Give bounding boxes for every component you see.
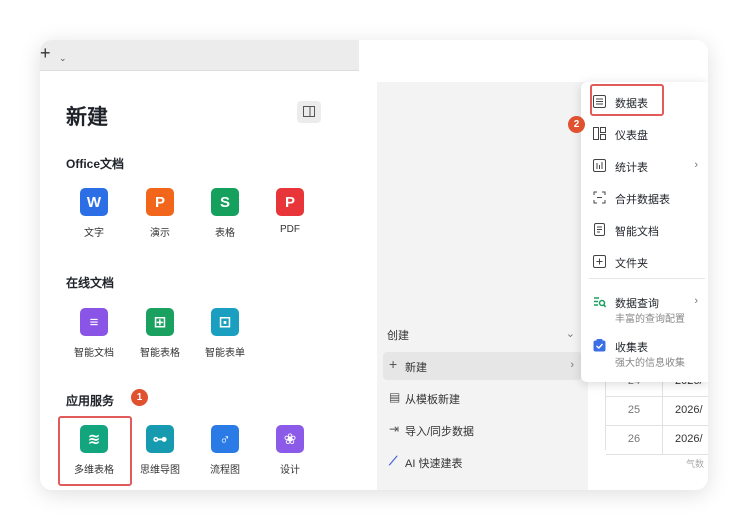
folder-icon [593,255,607,269]
query-icon [593,295,607,309]
section-office: Office文档 [66,157,125,171]
plus-icon: + [389,356,398,372]
step-badge-1: 1 [131,389,148,406]
app-label: 智能表单 [205,348,245,359]
merge-icon [593,191,607,205]
menu-item-label: 合并数据表 [615,194,670,206]
collect-icon [593,339,607,353]
highlight-box [58,416,132,486]
pdf-icon: P [276,188,304,216]
dashboard-icon [593,127,607,141]
app-smart-form[interactable]: ⊡ 智能表单 [192,308,258,359]
menu-item-label: 文件夹 [615,258,648,270]
plus-icon: + [40,43,51,63]
row-date: 2026/ [663,425,708,455]
menu-item-stats[interactable]: 统计表 › [581,152,708,180]
chevron-down-icon: ⌄ [59,53,67,63]
app-smart-doc[interactable]: ≡ 智能文档 [61,308,127,359]
menu-item-folder[interactable]: 文件夹 [581,248,708,276]
word-icon: W [80,188,108,216]
chevron-down-icon: ⌄ [565,328,575,340]
chevron-right-icon: › [694,295,698,307]
new-submenu: 数据表 仪表盘 统计表 › 合并数据表 智能文档 文件夹 数据查询 丰富的查询配… [581,82,708,382]
create-section-header[interactable]: 创建 ⌄ [377,320,588,348]
spreadsheet-icon: S [211,188,239,216]
app-label: 智能表格 [140,348,180,359]
app-spreadsheet[interactable]: S 表格 [192,188,258,239]
mindmap-icon: ⊶ [146,425,174,453]
chevron-right-icon: › [694,159,698,171]
smart-form-icon: ⊡ [211,308,239,336]
app-label: 表格 [215,228,235,239]
section-app-services: 应用服务 [66,394,115,408]
create-from-template-item[interactable]: ▤ 从模板新建 [377,384,588,412]
menu-item-query[interactable]: 数据查询 丰富的查询配置 › [581,288,708,325]
app-design[interactable]: ❀ 设计 [257,425,323,476]
stats-icon [593,159,607,173]
app-smart-sheet[interactable]: ⊞ 智能表格 [127,308,193,359]
menu-item-merge[interactable]: 合并数据表 [581,184,708,212]
ai-icon: ⟋ [389,454,398,468]
app-label: PDF [280,224,300,235]
import-label: 导入/同步数据 [405,426,475,438]
panel-title: 新建 [66,106,108,129]
app-label: 智能文档 [74,348,114,359]
app-mindmap[interactable]: ⊶ 思维导图 [127,425,193,476]
row-number: 25 [606,396,663,426]
presentation-icon: P [146,188,174,216]
section-online: 在线文档 [66,276,115,290]
smart-doc-icon [593,223,607,237]
create-new-label: 新建 [405,362,427,374]
new-tab-button[interactable]: + ⌄ [40,43,70,64]
app-label: 思维导图 [140,465,180,476]
row-number: 26 [606,425,663,455]
sidebar-icon [303,106,315,117]
menu-item-smart-doc[interactable]: 智能文档 [581,216,708,244]
menu-item-label: 智能文档 [615,226,659,238]
template-label: 从模板新建 [405,394,460,406]
app-label: 设计 [280,465,300,476]
menu-item-dashboard[interactable]: 仪表盘 [581,120,708,148]
app-pdf[interactable]: P PDF [257,188,323,235]
ai-quick-table-item[interactable]: ⟋ AI 快速建表 [377,448,588,476]
chevron-right-icon: › [570,359,574,371]
menu-item-label: 仪表盘 [615,130,648,142]
row-date: 2026/ [663,396,708,426]
menu-item-label: 收集表 [615,342,648,354]
app-word[interactable]: W 文字 [61,188,127,239]
menu-item-label: 统计表 [615,162,648,174]
app-presentation[interactable]: P 演示 [127,188,193,239]
smart-doc-icon: ≡ [80,308,108,336]
smart-sheet-icon: ⊞ [146,308,174,336]
app-flowchart[interactable]: ♂ 流程图 [192,425,258,476]
menu-item-sublabel: 强大的信息收集 [615,358,685,369]
ai-label: AI 快速建表 [405,458,463,470]
create-new-item[interactable]: + 新建 › [383,352,582,380]
import-sync-item[interactable]: ⇥ 导入/同步数据 [377,416,588,444]
menu-item-collect[interactable]: 收集表 强大的信息收集 [581,332,708,369]
menu-item-label: 数据查询 [615,298,659,310]
panel-toggle-button[interactable] [297,101,321,123]
template-icon: ▤ [389,390,401,404]
window: + ⌄ 新建 Office文档 W 文字 P 演示 S 表格 P PDF 在线文… [40,40,708,490]
app-label: 文字 [84,228,104,239]
new-panel: 新建 Office文档 W 文字 P 演示 S 表格 P PDF 在线文档 ≡ [40,71,359,490]
table-footer: 气数 [686,459,705,469]
app-label: 演示 [150,228,170,239]
flowchart-icon: ♂ [211,425,239,453]
menu-divider [589,278,705,279]
design-icon: ❀ [276,425,304,453]
app-label: 流程图 [210,465,240,476]
tab-bar: + ⌄ [40,40,359,71]
create-panel: 创建 ⌄ + 新建 › ▤ 从模板新建 ⇥ 导入/同步数据 ⟋ AI 快速建表 [377,82,588,490]
menu-item-sublabel: 丰富的查询配置 [615,314,685,325]
create-header-label: 创建 [387,330,409,342]
step-badge-2: 2 [568,116,585,133]
import-icon: ⇥ [389,422,400,436]
highlight-box [590,84,664,116]
